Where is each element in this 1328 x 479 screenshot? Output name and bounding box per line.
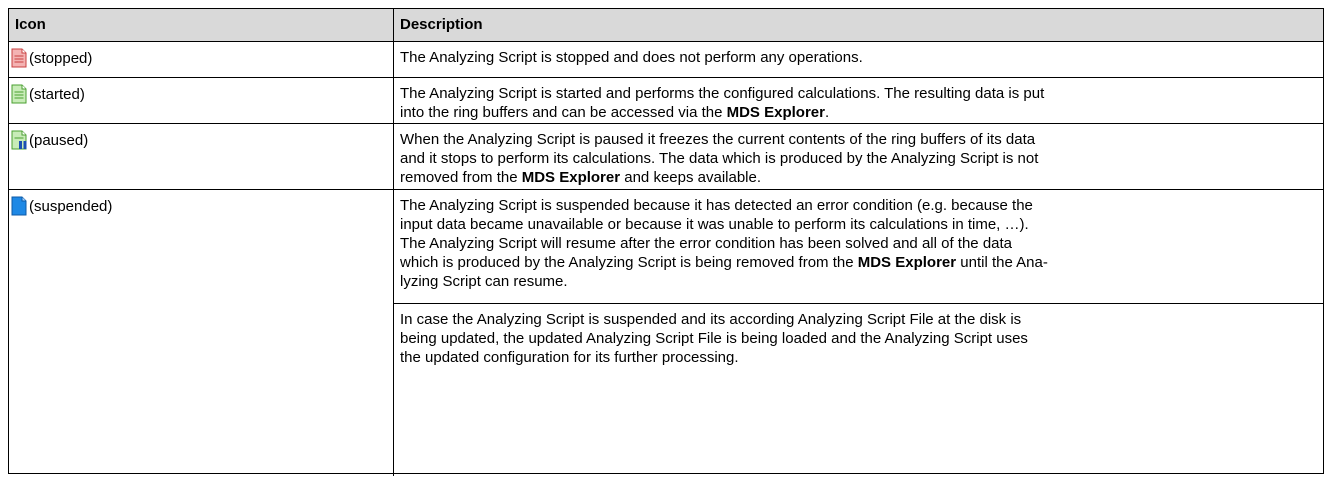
description-text: In case the Analyzing Script is suspende… [400, 311, 1022, 328]
sub-row-divider [394, 303, 1323, 304]
description-cell: The Analyzing Script is started and perf… [394, 78, 1323, 124]
description-text: which is produced by the Analyzing Scrip… [400, 254, 1048, 271]
mds-explorer-reference: MDS Explorer [857, 254, 957, 271]
icon-cell: (suspended) [9, 190, 393, 476]
header-description-label: Description [400, 16, 483, 33]
description-text: and it stops to perform its calculations… [400, 150, 1039, 167]
mds-explorer-reference: MDS Explorer [726, 104, 825, 121]
table-header-row: Icon Description [9, 9, 1323, 41]
document-paused-icon [11, 130, 27, 150]
description-text: being updated, the updated Analyzing Scr… [400, 330, 1028, 347]
document-stopped-icon [11, 48, 27, 68]
state-label: (stopped) [29, 49, 93, 67]
description-text: The Analyzing Script is stopped and does… [400, 49, 863, 66]
description-cell: The Analyzing Script is suspended becaus… [394, 190, 1323, 476]
description-text: The Analyzing Script is suspended becaus… [400, 197, 1033, 214]
document-started-icon [11, 84, 27, 104]
icon-description-table: Icon Description (stopped) The Analyzing… [8, 8, 1324, 476]
description-cell: The Analyzing Script is stopped and does… [394, 42, 1323, 78]
document-suspended-icon [11, 196, 27, 216]
state-label: (suspended) [29, 197, 113, 215]
description-text: into the ring buffers and can be accesse… [400, 104, 830, 121]
description-text: input data became unavailable or because… [400, 216, 1029, 233]
description-text: removed from the MDS Explorer and keeps … [400, 169, 762, 186]
icon-cell: (paused) [9, 124, 393, 190]
description-text: When the Analyzing Script is paused it f… [400, 131, 1036, 148]
description-cell: When the Analyzing Script is paused it f… [394, 124, 1323, 190]
table-row: (suspended) The Analyzing Script is susp… [9, 189, 1323, 476]
description-text: The Analyzing Script will resume after t… [400, 235, 1013, 252]
state-label: (started) [29, 85, 85, 103]
table-row: (paused) When the Analyzing Script is pa… [9, 123, 1323, 190]
state-label: (paused) [29, 131, 89, 149]
description-text: lyzing Script can resume. [400, 273, 568, 290]
header-icon-cell: Icon [9, 9, 393, 41]
table-row: (started) The Analyzing Script is starte… [9, 77, 1323, 124]
icon-cell: (started) [9, 78, 393, 124]
icon-cell: (stopped) [9, 42, 393, 78]
description-text: The Analyzing Script is started and perf… [400, 85, 1045, 102]
mds-explorer-reference: MDS Explorer [521, 169, 621, 186]
table-row: (stopped) The Analyzing Script is stoppe… [9, 41, 1323, 78]
header-description-cell: Description [394, 9, 1323, 41]
description-text: the updated configuration for its furthe… [400, 349, 739, 366]
header-icon-label: Icon [15, 16, 46, 33]
